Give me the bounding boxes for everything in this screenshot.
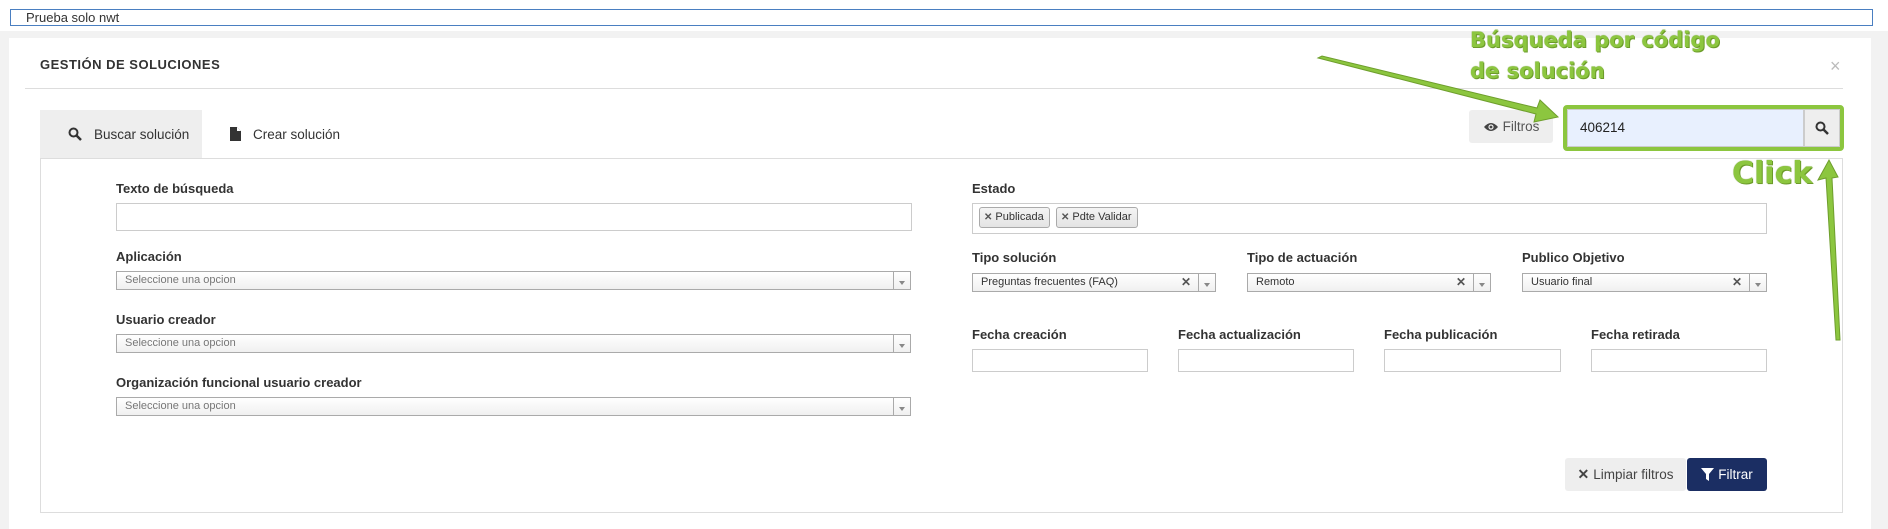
- close-icon: ✕: [1577, 466, 1590, 482]
- remove-tag-icon[interactable]: ✕: [1061, 212, 1069, 223]
- texto-busqueda-label: Texto de búsqueda: [116, 181, 234, 196]
- tipo-solucion-value: Preguntas frecuentes (FAQ): [981, 276, 1118, 288]
- aplicacion-placeholder: Seleccione una opcion: [125, 274, 236, 286]
- limpiar-label: Limpiar filtros: [1593, 467, 1674, 482]
- tipo-solucion-select[interactable]: Preguntas frecuentes (FAQ) ✕: [972, 273, 1216, 292]
- publico-objetivo-value: Usuario final: [1531, 276, 1593, 288]
- chevron-down-icon[interactable]: [1198, 274, 1215, 291]
- aplicacion-label: Aplicación: [116, 249, 182, 264]
- chevron-down-icon[interactable]: [1473, 274, 1490, 291]
- usuario-creador-label: Usuario creador: [116, 312, 216, 327]
- texto-busqueda-input[interactable]: [116, 203, 912, 231]
- tipo-actuacion-value: Remoto: [1256, 276, 1295, 288]
- fecha-actualizacion-label: Fecha actualización: [1178, 327, 1301, 342]
- publico-objetivo-label: Publico Objetivo: [1522, 250, 1625, 265]
- fecha-retirada-input[interactable]: [1591, 349, 1767, 372]
- remove-tag-icon[interactable]: ✕: [984, 212, 992, 223]
- chevron-down-icon[interactable]: [893, 398, 910, 415]
- chevron-down-icon[interactable]: [1749, 274, 1766, 291]
- tipo-solucion-label: Tipo solución: [972, 250, 1057, 265]
- filtrar-button[interactable]: Filtrar: [1687, 458, 1767, 491]
- clear-icon[interactable]: ✕: [1181, 274, 1191, 291]
- org-funcional-label: Organización funcional usuario creador: [116, 375, 362, 390]
- tipo-actuacion-label: Tipo de actuación: [1247, 250, 1358, 265]
- publico-objetivo-select[interactable]: Usuario final ✕: [1522, 273, 1767, 292]
- fecha-actualizacion-input[interactable]: [1178, 349, 1354, 372]
- chevron-down-icon[interactable]: [893, 335, 910, 352]
- estado-tag[interactable]: ✕ Publicada: [979, 207, 1050, 228]
- fecha-creacion-input[interactable]: [972, 349, 1148, 372]
- tag-label: Publicada: [995, 211, 1044, 223]
- fecha-retirada-label: Fecha retirada: [1591, 327, 1680, 342]
- org-funcional-select[interactable]: Seleccione una opcion: [116, 397, 911, 416]
- clear-icon[interactable]: ✕: [1732, 274, 1742, 291]
- tipo-actuacion-select[interactable]: Remoto ✕: [1247, 273, 1491, 292]
- org-funcional-placeholder: Seleccione una opcion: [125, 400, 236, 412]
- fecha-publicacion-input[interactable]: [1384, 349, 1561, 372]
- estado-multiselect[interactable]: ✕ Publicada ✕ Pdte Validar: [972, 203, 1767, 234]
- fecha-creacion-label: Fecha creación: [972, 327, 1067, 342]
- limpiar-filtros-button[interactable]: ✕ Limpiar filtros: [1565, 458, 1686, 491]
- tag-label: Pdte Validar: [1072, 211, 1132, 223]
- estado-tag[interactable]: ✕ Pdte Validar: [1056, 207, 1138, 228]
- filtrar-label: Filtrar: [1718, 467, 1753, 482]
- clear-icon[interactable]: ✕: [1456, 274, 1466, 291]
- chevron-down-icon[interactable]: [893, 272, 910, 289]
- estado-label: Estado: [972, 181, 1016, 196]
- usuario-creador-select[interactable]: Seleccione una opcion: [116, 334, 911, 353]
- filter-icon: [1701, 468, 1715, 481]
- fecha-publicacion-label: Fecha publicación: [1384, 327, 1498, 342]
- usuario-creador-placeholder: Seleccione una opcion: [125, 337, 236, 349]
- aplicacion-select[interactable]: Seleccione una opcion: [116, 271, 911, 290]
